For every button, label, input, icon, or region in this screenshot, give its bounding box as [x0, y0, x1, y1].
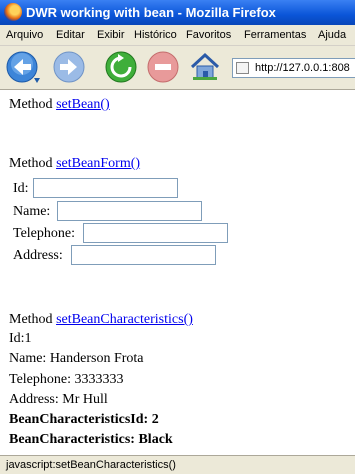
firefox-icon — [4, 3, 22, 21]
method-setbean-line: Method setBean() — [9, 97, 110, 113]
id-field[interactable] — [33, 178, 178, 198]
home-icon — [190, 52, 220, 80]
result-id: Id:1 — [9, 331, 32, 346]
method-prefix: Method — [9, 156, 53, 171]
stop-icon — [147, 51, 179, 83]
menu-historico[interactable]: Histórico — [134, 29, 177, 41]
address-label: Address: — [13, 248, 63, 263]
result-bean-characteristics: BeanCharacteristics: Black — [9, 432, 173, 447]
url-bar[interactable]: http://127.0.0.1:808 — [232, 58, 355, 78]
method-prefix: Method — [9, 312, 53, 327]
back-arrow-icon — [6, 51, 40, 83]
menu-exibir[interactable]: Exibir — [97, 29, 125, 41]
page-content: Method setBean() Method setBeanForm() Id… — [0, 90, 355, 455]
telephone-label: Telephone: — [13, 226, 75, 241]
menu-favoritos[interactable]: Favoritos — [186, 29, 231, 41]
back-button[interactable] — [5, 50, 40, 84]
setbeanform-link[interactable]: setBeanForm() — [56, 156, 140, 171]
reload-icon — [105, 51, 137, 83]
stop-button[interactable] — [146, 50, 180, 84]
setbeancharacteristics-link[interactable]: setBeanCharacteristics() — [56, 312, 193, 327]
name-field[interactable] — [57, 201, 202, 221]
telephone-field[interactable] — [83, 223, 228, 243]
url-text: http://127.0.0.1:808 — [255, 62, 350, 74]
result-address: Address: Mr Hull — [9, 392, 108, 407]
menu-arquivo[interactable]: Arquivo — [6, 29, 43, 41]
forward-button[interactable] — [52, 50, 86, 84]
title-bar: DWR working with bean - Mozilla Firefox — [0, 0, 355, 25]
result-bean-characteristics-id: BeanCharacteristicsId: 2 — [9, 412, 159, 427]
window-title: DWR working with bean - Mozilla Firefox — [26, 5, 276, 20]
menu-bar: Arquivo Editar Exibir Histórico Favorito… — [0, 25, 355, 46]
name-label: Name: — [13, 204, 51, 219]
id-label: Id: — [13, 181, 29, 196]
reload-button[interactable] — [104, 50, 138, 84]
method-prefix: Method — [9, 97, 53, 112]
result-telephone: Telephone: 3333333 — [9, 372, 124, 387]
setbean-link[interactable]: setBean() — [56, 97, 110, 112]
forward-arrow-icon — [53, 51, 85, 83]
address-field[interactable] — [71, 245, 216, 265]
method-setbeancharacteristics-line: Method setBeanCharacteristics() — [9, 312, 193, 328]
menu-ajuda[interactable]: Ajuda — [318, 29, 346, 41]
menu-editar[interactable]: Editar — [56, 29, 85, 41]
navigation-toolbar: http://127.0.0.1:808 — [0, 46, 355, 90]
menu-ferramentas[interactable]: Ferramentas — [244, 29, 306, 41]
result-name: Name: Handerson Frota — [9, 351, 144, 366]
method-setbeanform-line: Method setBeanForm() — [9, 156, 140, 172]
home-button[interactable] — [188, 50, 222, 84]
page-icon — [236, 62, 249, 74]
status-text: javascript:setBeanCharacteristics() — [6, 459, 176, 471]
status-bar: javascript:setBeanCharacteristics() — [0, 455, 355, 474]
